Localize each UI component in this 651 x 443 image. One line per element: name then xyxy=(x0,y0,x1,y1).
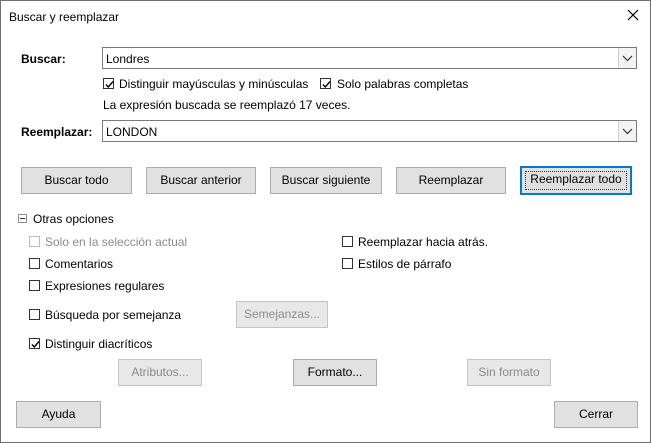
replace-button[interactable]: Reemplazar xyxy=(396,167,506,194)
current-selection-checkbox xyxy=(29,236,40,247)
close-icon[interactable] xyxy=(624,6,642,24)
current-selection-label: Solo en la selección actual xyxy=(45,235,188,249)
find-previous-button[interactable]: Buscar anterior xyxy=(146,167,256,194)
replace-backwards-label: Reemplazar hacia atrás. xyxy=(358,235,489,249)
match-case-checkbox[interactable] xyxy=(103,78,114,89)
close-button[interactable]: Cerrar xyxy=(554,401,638,428)
attributes-button: Atributos... xyxy=(118,359,202,386)
window-title: Buscar y reemplazar xyxy=(9,10,120,24)
diacritics-checkbox[interactable] xyxy=(29,338,40,349)
whole-words-label: Solo palabras completas xyxy=(337,77,469,91)
similarities-button: Semejanzas... xyxy=(236,301,328,328)
similarity-checkbox[interactable] xyxy=(29,309,40,320)
regex-checkbox[interactable] xyxy=(29,280,40,291)
similarity-label: Búsqueda por semejanza xyxy=(45,308,182,322)
help-button[interactable]: Ayuda xyxy=(16,401,101,428)
regex-label: Expresiones regulares xyxy=(45,279,165,293)
search-input[interactable]: Londres xyxy=(106,52,149,66)
title-bar: Buscar y reemplazar xyxy=(1,1,650,32)
diacritics-label: Distinguir diacríticos xyxy=(45,337,153,351)
replace-backwards-checkbox[interactable] xyxy=(342,236,353,247)
find-all-button[interactable]: Buscar todo xyxy=(21,167,132,194)
match-case-label: Distinguir mayúsculas y minúsculas xyxy=(119,77,309,91)
paragraph-styles-label: Estilos de párrafo xyxy=(358,257,452,271)
whole-words-checkbox[interactable] xyxy=(320,78,331,89)
status-message: La expresión buscada se reemplazó 17 vec… xyxy=(103,98,351,112)
no-format-button: Sin formato xyxy=(467,359,551,386)
paragraph-styles-checkbox[interactable] xyxy=(342,258,353,269)
replace-label: Reemplazar: xyxy=(21,125,93,139)
search-label: Buscar: xyxy=(21,52,66,66)
focus-ring xyxy=(525,171,627,190)
replace-all-button[interactable]: Reemplazar todo xyxy=(520,166,632,195)
comments-label: Comentarios xyxy=(45,257,114,271)
find-next-button[interactable]: Buscar siguiente xyxy=(270,167,382,194)
chevron-down-icon[interactable] xyxy=(618,121,636,141)
collapse-icon[interactable] xyxy=(18,214,27,223)
chevron-down-icon[interactable] xyxy=(618,48,636,68)
format-button[interactable]: Formato... xyxy=(293,359,377,386)
search-combobox[interactable]: Londres xyxy=(102,47,637,69)
replace-input[interactable]: LONDON xyxy=(106,125,157,139)
comments-checkbox[interactable] xyxy=(29,258,40,269)
other-options-header[interactable]: Otras opciones xyxy=(33,212,114,226)
find-replace-dialog: Buscar y reemplazar Buscar: Londres Dist… xyxy=(0,0,651,443)
replace-combobox[interactable]: LONDON xyxy=(102,120,637,142)
